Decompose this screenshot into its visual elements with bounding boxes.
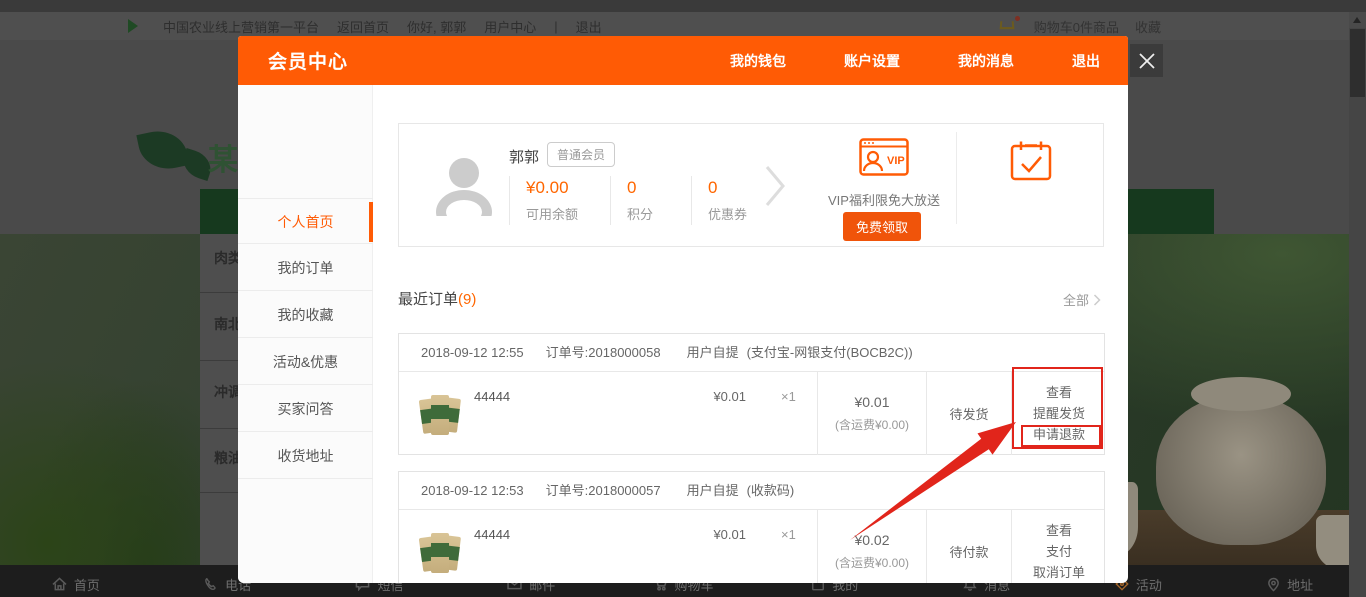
order-actions-cell: 查看 提醒发货 申请退款 [1011,372,1106,455]
sidebar-item-activities-offers[interactable]: 活动&优惠 [238,339,373,385]
close-icon [1138,52,1156,70]
sidebar-item-buyer-qa[interactable]: 买家问答 [238,386,373,432]
view-all-link[interactable]: 全部 [1063,290,1101,309]
order-header: 2018-09-12 12:55 订单号:2018000058 用户自提 (支付… [399,334,1104,372]
stat-points[interactable]: 0 积分 [610,176,691,225]
sidebar-item-my-favorites[interactable]: 我的收藏 [238,292,373,338]
sidebar-item-my-orders[interactable]: 我的订单 [238,245,373,291]
product-thumbnail[interactable] [421,529,461,575]
nav-my-wallet[interactable]: 我的钱包 [730,51,786,71]
cart-count-link[interactable]: 购物车0件商品 [1034,17,1119,36]
stat-balance[interactable]: ¥0.00 可用余额 [509,176,610,225]
logo-leaf-icon [136,126,189,175]
action-request-refund[interactable]: 申请退款 [1033,424,1085,445]
member-center-modal: 会员中心 我的钱包 账户设置 我的消息 退出 个人首页 我的订单 我的收藏 活动… [238,36,1128,583]
member-level-badge: 普通会员 [547,142,615,167]
teapot-image [1156,395,1326,545]
recent-orders-title: 最近订单 [398,291,458,308]
product-name[interactable]: 44444 [474,527,510,542]
product-quantity: ×1 [781,527,796,542]
order-status: 待发货 [949,404,988,423]
map-pin-icon [1267,577,1280,592]
topbar-separator: | [554,19,557,34]
greeting-text: 你好, 郭郭 [407,17,466,36]
action-pay[interactable]: 支付 [1046,541,1072,562]
product-thumbnail[interactable] [421,391,461,437]
site-slogan: 中国农业线上营销第一平台 [163,17,319,36]
order-payment-method: (收款码) [747,472,795,509]
product-price: ¥0.01 [649,527,746,542]
order-total-cell: ¥0.02 (含运费¥0.00) [817,510,926,583]
recent-orders-header: 最近订单(9) 全部 [398,288,1105,310]
order-header: 2018-09-12 12:53 订单号:2018000057 用户自提 (收款… [399,472,1104,510]
order-freight: (含运费¥0.00) [835,416,909,433]
user-center-link[interactable]: 用户中心 [484,17,536,36]
nav-my-messages[interactable]: 我的消息 [958,51,1014,71]
order-payment-method: (支付宝-网银支付(BOCB2C)) [747,334,913,371]
modal-title: 会员中心 [268,47,348,74]
user-name: 郭郭 [509,146,539,167]
order-freight: (含运费¥0.00) [835,554,909,571]
action-cancel-order[interactable]: 取消订单 [1033,562,1085,583]
order-status: 待付款 [949,542,988,561]
back-home-link[interactable]: 返回首页 [337,17,389,36]
free-claim-button[interactable]: 免费领取 [843,212,921,241]
modal-header: 会员中心 我的钱包 账户设置 我的消息 退出 [238,36,1128,85]
order-status-cell: 待发货 [926,372,1011,455]
order-total: ¥0.01 [854,394,889,410]
order-delivery-method: 用户自提 [687,472,739,509]
order-status-cell: 待付款 [926,510,1011,583]
profile-card: 郭郭 普通会员 ¥0.00 可用余额 0 积分 0 优惠券 [398,123,1104,247]
signin-calendar-block[interactable] [957,124,1105,248]
scrollbar-up-arrow[interactable] [1349,12,1366,28]
order-actions-cell: 查看 支付 取消订单 [1011,510,1106,583]
svg-text:VIP: VIP [887,155,905,167]
sidebar-item-personal-home[interactable]: 个人首页 [238,198,373,244]
nav-logout[interactable]: 退出 [1072,51,1100,71]
phone-icon [204,577,218,591]
favorites-link[interactable]: 收藏 [1135,17,1161,36]
recent-orders-count: (9) [458,291,476,308]
order-number: 订单号:2018000057 [546,472,661,509]
scrollbar-thumb[interactable] [1350,29,1365,97]
page-scrollbar[interactable] [1349,12,1366,597]
cart-icon[interactable] [1000,19,1018,33]
vip-benefit-label: VIP福利限免大放送 [799,190,969,209]
order-number: 订单号:2018000058 [546,334,661,371]
announcement-speaker-icon [128,19,145,33]
vip-benefit-block: VIP VIP福利限免大放送 免费领取 [811,124,956,248]
action-view[interactable]: 查看 [1046,382,1072,403]
modal-close-button[interactable] [1130,44,1163,77]
order-card: 2018-09-12 12:53 订单号:2018000057 用户自提 (收款… [398,471,1105,583]
calendar-check-icon [1010,140,1052,182]
nav-account-settings[interactable]: 账户设置 [844,51,900,71]
sidebar-item-shipping-address[interactable]: 收货地址 [238,433,373,479]
modal-sidebar: 个人首页 我的订单 我的收藏 活动&优惠 买家问答 收货地址 [238,85,373,583]
bottombar-item-home[interactable]: 首页 [0,569,152,594]
home-icon [52,577,67,591]
order-delivery-method: 用户自提 [687,334,739,371]
action-remind-shipment[interactable]: 提醒发货 [1033,403,1085,424]
site-logo-text: 某 [208,135,238,179]
window-top-strip [0,0,1366,12]
vip-icon: VIP [859,138,909,176]
order-body: 44444 ¥0.01 ×1 ¥0.02 (含运费¥0.00) 待付款 查看 支… [399,510,1104,583]
order-datetime: 2018-09-12 12:55 [421,334,524,371]
product-price: ¥0.01 [649,389,746,404]
bottombar-item-address[interactable]: 地址 [1214,569,1366,594]
order-total-cell: ¥0.01 (含运费¥0.00) [817,372,926,455]
modal-nav: 我的钱包 账户设置 我的消息 退出 [730,51,1100,71]
order-body: 44444 ¥0.01 ×1 ¥0.01 (含运费¥0.00) 待发货 查看 提… [399,372,1104,455]
order-total: ¥0.02 [854,532,889,548]
product-quantity: ×1 [781,389,796,404]
chevron-right-icon [1093,294,1101,306]
action-view[interactable]: 查看 [1046,520,1072,541]
logout-link[interactable]: 退出 [576,17,602,36]
avatar [435,154,493,216]
order-card: 2018-09-12 12:55 订单号:2018000058 用户自提 (支付… [398,333,1105,455]
profile-stats: ¥0.00 可用余额 0 积分 0 优惠券 [509,176,781,225]
order-datetime: 2018-09-12 12:53 [421,472,524,509]
chevron-right-icon[interactable] [764,164,786,208]
product-name[interactable]: 44444 [474,389,510,404]
